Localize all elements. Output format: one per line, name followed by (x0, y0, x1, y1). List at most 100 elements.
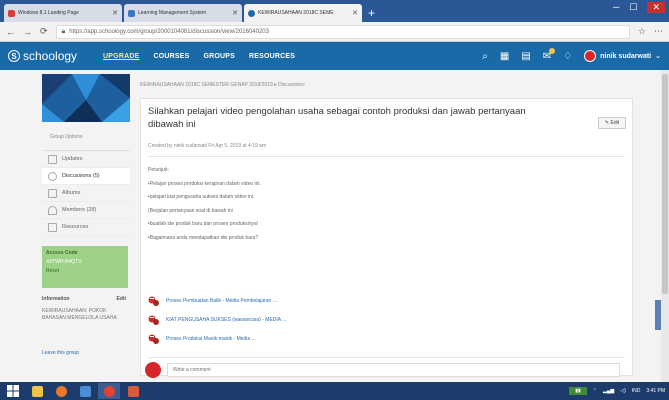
taskbar-explorer[interactable] (26, 383, 48, 399)
attachment-link[interactable]: KIAT PENGUSAHA SUKSES (wawancara) - MEDI… (148, 310, 286, 329)
pencil-icon: ✎ (604, 120, 610, 126)
scrollbar-thumb[interactable] (662, 74, 668, 294)
divider (148, 156, 625, 157)
nav-upgrade[interactable]: UPGRADE (103, 53, 139, 60)
chrome-icon (103, 385, 115, 397)
taskbar-store[interactable] (122, 383, 144, 399)
tray-arrow-icon[interactable]: ⌃ (593, 388, 597, 394)
edit-label: Edit (610, 120, 620, 126)
star-icon[interactable]: ☆ (638, 26, 646, 37)
firefox-icon (55, 385, 67, 397)
attachment-link[interactable]: Proses Produksi Manik-manik - Media ... (148, 329, 286, 348)
sidebar-item-discussions[interactable]: Discussions (5) (42, 168, 130, 185)
group-banner-image (42, 74, 130, 122)
app-icon (79, 385, 91, 397)
notifications-bell-icon[interactable]: ♢ (563, 51, 572, 62)
nav-courses[interactable]: COURSES (153, 53, 189, 60)
user-avatar (584, 50, 597, 62)
minimize-icon[interactable]: ─ (613, 2, 619, 13)
sidebar-item-resources[interactable]: Resources (42, 219, 130, 236)
taskbar-firefox[interactable] (50, 383, 72, 399)
video-link-icon (148, 334, 159, 344)
clock[interactable]: 3:41 PM (646, 388, 665, 394)
schoology-navbar: S schoology UPGRADE COURSES GROUPS RESOU… (0, 42, 669, 70)
window-controls: ─ ☐ ✕ (613, 2, 665, 13)
instruction-line: •Bagaimana anda mendapatkan ide produk b… (148, 234, 259, 241)
discussion-main: KEWIRAUSAHAAN 2018C SEMESTER GENAP 2018/… (140, 82, 635, 378)
extension-icon[interactable]: ⋯ (654, 26, 663, 37)
sidebar-item-updates[interactable]: Updates (42, 151, 130, 168)
tab-label: KEWIRAUSAHAAN 2018C SEME (258, 10, 334, 16)
albums-icon (48, 188, 57, 198)
messages-icon[interactable]: ✉ (543, 47, 556, 62)
attachment-link[interactable]: Proses Pembuatan Batik - Media Pembelaja… (148, 291, 286, 310)
back-icon[interactable]: ← (6, 27, 15, 37)
taskbar-chrome[interactable] (98, 383, 120, 399)
maximize-icon[interactable]: ☐ (629, 2, 637, 13)
created-by-text: Created by ninik sudarwati Fri Apr 5, 20… (148, 143, 267, 149)
system-tray: ▮▮ ⌃ ▂▄▆ ◁) IND 3:41 PM (569, 387, 669, 395)
access-code-value: X6TWH-B4QTV (46, 259, 82, 265)
apps-grid-icon[interactable]: ▦ (500, 51, 509, 62)
discussions-icon (48, 171, 57, 181)
sidebar-item-label: Albums (62, 190, 81, 196)
reload-icon[interactable]: ⟳ (40, 26, 48, 37)
volume-icon[interactable]: ◁) (620, 388, 626, 394)
sidebar-item-members[interactable]: Members (28) (42, 202, 130, 219)
close-icon[interactable]: ✕ (112, 9, 118, 17)
divider (148, 357, 625, 358)
browser-tab-schoology[interactable]: KEWIRAUSAHAAN 2018C SEME ✕ (244, 4, 362, 22)
instruction-line: Petunjuk: (148, 167, 169, 173)
nav-resources[interactable]: RESOURCES (249, 53, 295, 60)
sidebar-item-label: Members (28) (62, 207, 97, 213)
nav-right: ⌕ ▦ ▤ ✉ ♢ ninik sudarwati ⌄ (482, 47, 661, 62)
leave-group-link[interactable]: Leave this group (42, 350, 130, 356)
store-icon (127, 385, 139, 397)
sidebar-menu: Updates Discussions (5) Albums Members (… (42, 150, 130, 236)
sidebar-item-label: Discussions (5) (62, 173, 100, 179)
comment-row (145, 362, 620, 378)
browser-tab-windows[interactable]: Windows 8.1 Landing Page ✕ (4, 4, 122, 22)
user-name: ninik sudarwati (600, 52, 652, 60)
close-icon[interactable]: ✕ (352, 9, 358, 17)
attachment-title: Proses Produksi Manik-manik - Media ... (166, 335, 256, 342)
group-sidebar: Group Options Updates Discussions (5) Al… (42, 74, 130, 356)
help-tab[interactable] (655, 300, 661, 330)
close-icon[interactable]: ✕ (232, 9, 238, 17)
logo-text: schoology (23, 49, 78, 63)
information-edit-link[interactable]: Edit (117, 296, 126, 302)
lock-icon: 🔒︎ (61, 27, 66, 35)
information-text: KEWIRAUSAHAAN: POKOK BAHASAN MENGELOLA U… (42, 308, 117, 321)
schoology-logo[interactable]: S schoology (8, 49, 77, 63)
discussion-title: Silahkan pelajari video pengolahan usaha… (148, 106, 526, 130)
window-close-icon[interactable]: ✕ (647, 2, 665, 13)
forward-icon[interactable]: → (23, 27, 32, 37)
notification-dot (549, 47, 556, 54)
taskbar-app[interactable] (74, 383, 96, 399)
browser-tab-lms[interactable]: Learning Management System ✕ (124, 4, 242, 22)
nav-groups[interactable]: GROUPS (203, 53, 235, 60)
access-code-reset-link[interactable]: Reset (46, 268, 124, 274)
calendar-icon[interactable]: ▤ (521, 51, 530, 62)
instruction-line: •buatlah ide produk baru dan proses prod… (148, 221, 259, 228)
page-content: Group Options Updates Discussions (5) Al… (0, 70, 669, 382)
edit-button[interactable]: ✎ Edit (598, 117, 626, 129)
page-scrollbar[interactable] (661, 70, 669, 382)
schoology-logo-icon: S (8, 50, 20, 62)
network-icon[interactable]: ▂▄▆ (603, 388, 614, 394)
tab-favicon-icon (128, 9, 135, 17)
start-button[interactable] (2, 383, 24, 399)
group-options-link[interactable]: Group Options (50, 134, 130, 140)
search-icon[interactable]: ⌕ (482, 51, 488, 62)
sidebar-item-albums[interactable]: Albums (42, 185, 130, 202)
instruction-line: •Pelajari proses produksi kerajinan dala… (148, 180, 261, 187)
breadcrumb[interactable]: KEWIRAUSAHAAN 2018C SEMESTER GENAP 2018/… (140, 82, 635, 88)
tray-app-icon[interactable]: ▮▮ (569, 387, 587, 395)
instruction-line: •pelajari kiat pengusaha sukses dalam vi… (148, 194, 255, 201)
comment-input[interactable] (167, 363, 620, 377)
access-code-label: Access Code (46, 250, 78, 256)
user-menu[interactable]: ninik sudarwati ⌄ (584, 50, 661, 62)
new-tab-icon[interactable]: + (368, 4, 375, 22)
url-input[interactable]: 🔒︎ https://app.schoology.com/group/20001… (55, 24, 630, 39)
language-indicator[interactable]: IND (632, 388, 641, 394)
